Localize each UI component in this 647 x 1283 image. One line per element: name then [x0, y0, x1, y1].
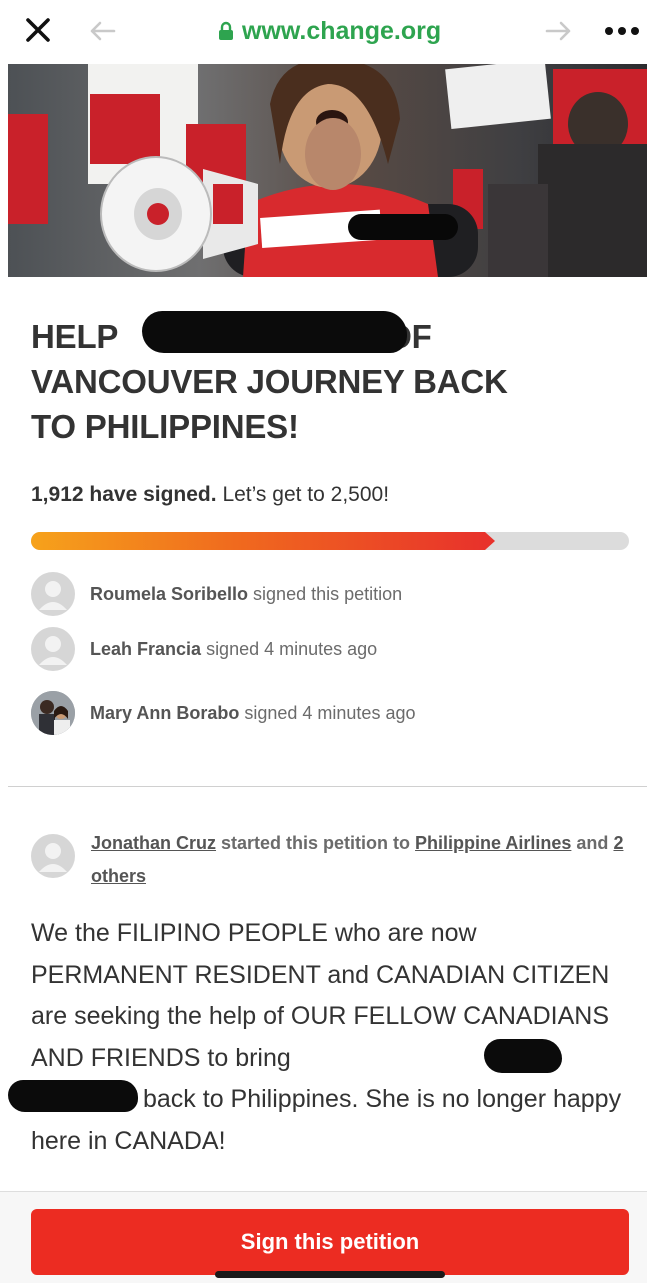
- forward-arrow-icon[interactable]: [545, 20, 573, 42]
- browser-toolbar: www.change.org: [0, 0, 647, 62]
- petition-description: We the FILIPINO PEOPLE who are now PERMA…: [31, 913, 631, 1162]
- redaction-mark: [484, 1039, 562, 1073]
- user-placeholder-icon: [39, 843, 67, 872]
- close-icon[interactable]: [24, 16, 52, 44]
- progress-tip: [485, 532, 495, 550]
- redaction-mark: [142, 311, 407, 353]
- starter-name-link[interactable]: Jonathan Cruz: [91, 833, 216, 853]
- signature-progress-bar: [31, 532, 629, 550]
- avatar: [31, 572, 75, 616]
- avatar-photo: [31, 691, 75, 735]
- lock-icon: [219, 21, 233, 40]
- signer-action: signed 4 minutes ago: [206, 638, 378, 659]
- title-line2: VANCOUVER JOURNEY BACK: [31, 363, 508, 400]
- and-text: and: [576, 833, 609, 853]
- signer-action: signed this petition: [253, 583, 403, 604]
- recent-signer: Roumela Soribello signed this petition: [31, 572, 402, 616]
- goal-text: Let’s get to 2,500!: [222, 483, 390, 506]
- url-text: www.change.org: [242, 16, 442, 45]
- recent-signer: Mary Ann Borabo signed 4 minutes ago: [31, 691, 415, 735]
- signer-name: Roumela Soribello: [90, 583, 249, 604]
- section-divider: [8, 786, 647, 787]
- starter-avatar: [31, 834, 75, 878]
- redaction-mark: [8, 1080, 138, 1112]
- home-indicator: [215, 1271, 445, 1278]
- progress-fill: [31, 532, 485, 550]
- sign-petition-button[interactable]: Sign this petition: [31, 1209, 629, 1275]
- petition-starter: Jonathan Cruz started this petition to P…: [91, 827, 631, 893]
- title-line3: TO PHILIPPINES!: [31, 408, 299, 445]
- more-dots-icon[interactable]: [604, 26, 640, 36]
- back-arrow-icon[interactable]: [88, 20, 116, 42]
- user-placeholder-icon: [39, 581, 67, 610]
- started-text: started this petition to: [221, 833, 411, 853]
- recent-signer: Leah Francia signed 4 minutes ago: [31, 627, 377, 671]
- profile-photo-icon: [31, 691, 75, 735]
- user-placeholder-icon: [39, 636, 67, 665]
- signer-action: signed 4 minutes ago: [244, 702, 416, 723]
- signature-count: 1,912 have signed. Let’s get to 2,500!: [31, 483, 389, 507]
- avatar: [31, 627, 75, 671]
- url-bar[interactable]: www.change.org: [218, 16, 441, 46]
- signer-name: Mary Ann Borabo: [90, 702, 240, 723]
- signed-count-text: 1,912 have signed.: [31, 483, 217, 506]
- petition-hero-photo: [8, 64, 647, 277]
- target-link[interactable]: Philippine Airlines: [415, 833, 571, 853]
- title-line1-start: HELP: [31, 318, 119, 355]
- signer-name: Leah Francia: [90, 638, 202, 659]
